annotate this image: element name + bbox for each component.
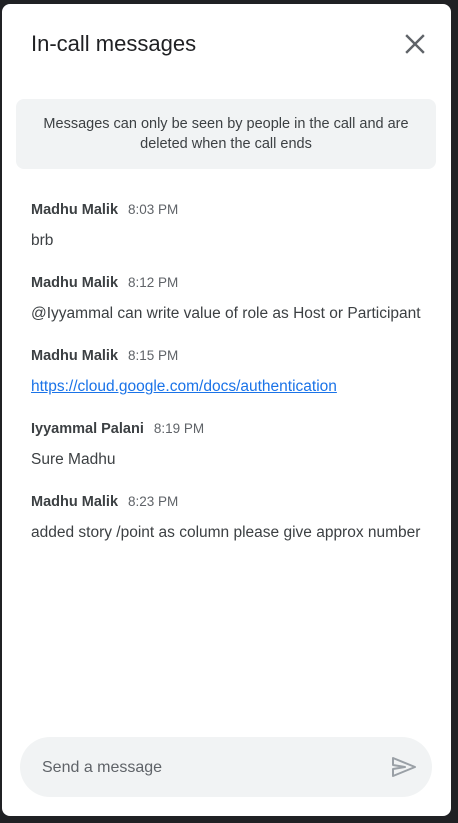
message-item: Iyyammal Palani 8:19 PM Sure Madhu (31, 421, 431, 472)
message-list: Madhu Malik 8:03 PM brb Madhu Malik 8:12… (31, 202, 431, 567)
message-text: added story /point as column please give… (31, 524, 421, 541)
message-text: https://cloud.google.com/docs/authentica… (31, 374, 431, 399)
send-button[interactable] (390, 753, 418, 781)
message-sender: Iyyammal Palani (31, 421, 144, 437)
message-item: Madhu Malik 8:23 PM added story /point a… (31, 494, 431, 545)
message-item: Madhu Malik 8:03 PM brb (31, 202, 431, 253)
message-sender: Madhu Malik (31, 494, 119, 510)
message-input[interactable] (40, 737, 374, 799)
privacy-notice: Messages can only be seen by people in t… (16, 99, 436, 169)
message-sender: Madhu Malik (31, 202, 119, 218)
message-text: brb (31, 232, 54, 249)
message-time: 8:12 PM (128, 275, 179, 290)
panel-title: In-call messages (31, 31, 197, 56)
message-time: 8:19 PM (153, 421, 205, 436)
message-item: Madhu Malik 8:15 PM https://cloud.google… (31, 348, 431, 399)
message-text: @Iyyammal can write value of role as Hos… (31, 305, 421, 322)
close-button[interactable] (399, 28, 431, 60)
message-time: 8:03 PM (128, 202, 179, 217)
message-sender: Madhu Malik (31, 275, 119, 291)
message-link[interactable]: https://cloud.google.com/docs/authentica… (31, 378, 337, 395)
message-composer (20, 737, 432, 799)
message-sender: Madhu Malik (31, 348, 119, 364)
panel-header: In-call messages (2, 4, 451, 84)
message-time: 8:23 PM (128, 494, 179, 509)
send-icon (392, 757, 416, 777)
close-icon (405, 34, 425, 54)
message-item: Madhu Malik 8:12 PM @Iyyammal can write … (31, 275, 431, 326)
in-call-messages-panel: In-call messages Messages can only be se… (2, 4, 451, 816)
message-text: Sure Madhu (31, 451, 116, 468)
message-time: 8:15 PM (128, 348, 179, 363)
